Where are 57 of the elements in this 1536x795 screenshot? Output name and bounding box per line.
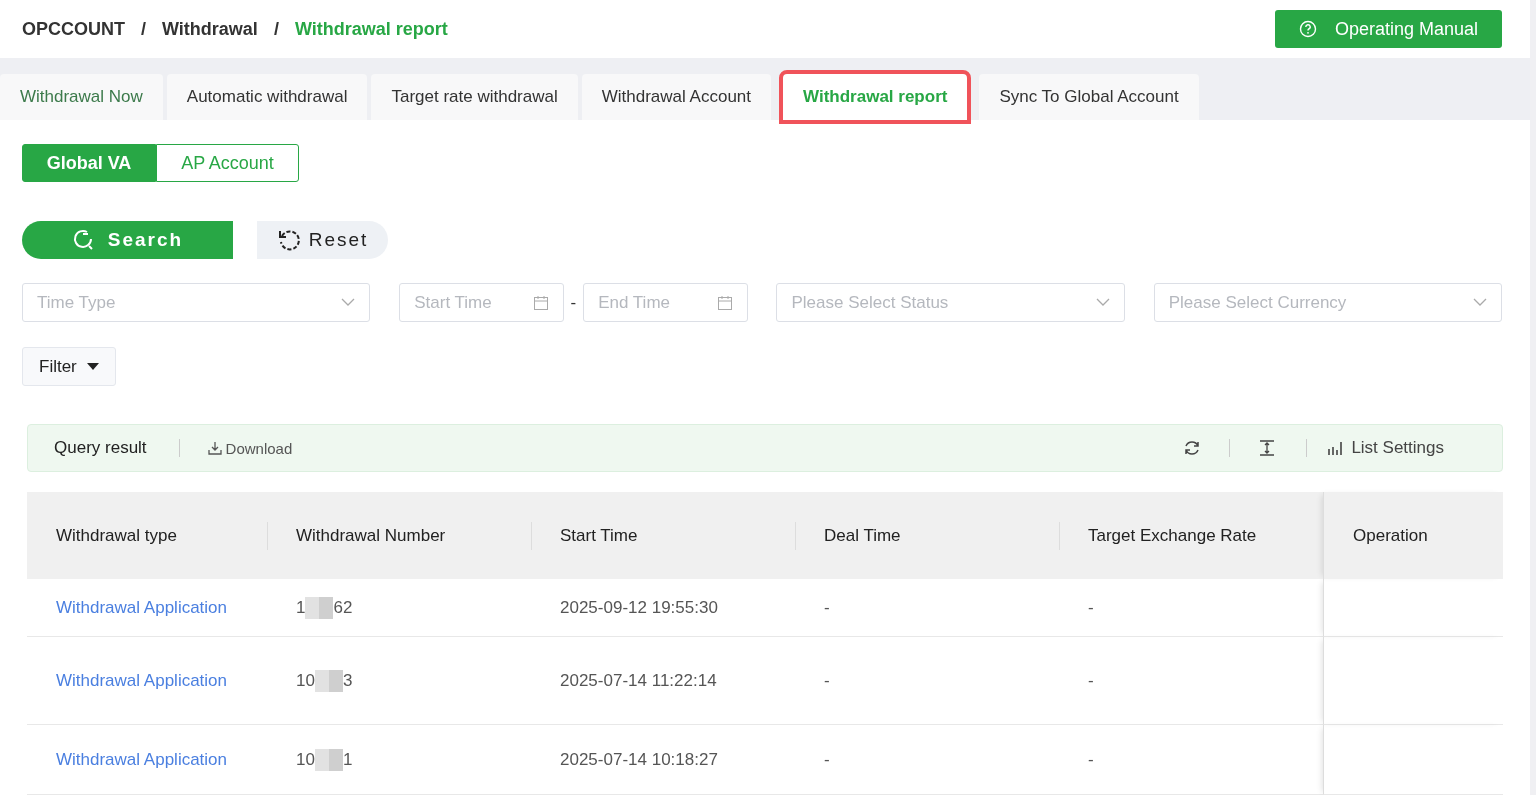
search-button[interactable]: Search [22, 221, 233, 259]
column-header: Deal Time [795, 492, 1059, 579]
redaction-mask [314, 748, 343, 771]
download-icon [207, 441, 222, 455]
calendar-icon [717, 294, 734, 311]
table-cell: 10 1 [296, 748, 353, 771]
table-cell: - [1088, 670, 1094, 691]
table-cell: - [1088, 749, 1094, 770]
table-cell: 10 3 [296, 669, 353, 692]
breadcrumb-item[interactable]: OPCCOUNT [22, 18, 125, 40]
tab[interactable]: Automatic withdrawal [166, 74, 368, 120]
tab[interactable]: Target rate withdrawal [371, 74, 578, 120]
table-cell: 2025-07-14 11:22:14 [560, 670, 717, 691]
caret-icon [86, 363, 99, 370]
refresh-icon[interactable] [1183, 439, 1202, 457]
breadcrumb-item: Withdrawal report [294, 18, 448, 40]
download-link[interactable]: Download [207, 439, 293, 457]
table-cell: 1 62 [296, 596, 353, 619]
table-cell: - [824, 749, 830, 770]
currency-select[interactable]: Please Select Currency [1153, 283, 1502, 322]
column-header: Withdrawal type [27, 492, 267, 579]
withdrawal-type-link[interactable]: Withdrawal Application [56, 749, 228, 770]
filter-button[interactable]: Filter [22, 347, 116, 386]
operating-manual-button[interactable]: Operating Manual [1274, 10, 1502, 48]
chevron-down-icon [1473, 298, 1487, 307]
breadcrumb-separator: / [273, 18, 279, 40]
table-cell: - [824, 670, 830, 691]
calendar-icon [532, 294, 549, 311]
table-cell: 2025-07-14 10:18:27 [560, 749, 718, 770]
column-header: Operation [1323, 492, 1503, 579]
table-cell: 2025-09-12 19:55:30 [560, 597, 718, 618]
segment-button[interactable]: AP Account [156, 144, 299, 182]
help-icon [1298, 20, 1317, 38]
column-header: Target Exchange Rate [1059, 492, 1323, 579]
result-title: Query result [54, 438, 147, 458]
column-header: Withdrawal Number [267, 492, 531, 579]
breadcrumb-item[interactable]: Withdrawal [162, 18, 258, 40]
withdrawal-type-link[interactable]: Withdrawal Application [56, 670, 228, 691]
chevron-down-icon [341, 298, 356, 307]
withdrawal-type-link[interactable]: Withdrawal Application [56, 597, 228, 618]
tab[interactable]: Sync To Global Account [979, 74, 1199, 120]
tab[interactable]: Withdrawal Now [0, 74, 163, 120]
segment-button[interactable]: Global VA [22, 144, 156, 182]
start-time-field[interactable]: Start Time [399, 283, 564, 322]
breadcrumb-separator: / [141, 18, 146, 40]
expand-icon[interactable] [1258, 439, 1277, 457]
chevron-down-icon [1095, 298, 1110, 307]
reset-button[interactable]: Reset [257, 221, 388, 259]
range-separator: - [570, 292, 577, 313]
table-cell: - [1088, 597, 1094, 618]
table-cell: - [824, 597, 830, 618]
reset-icon [276, 228, 301, 252]
column-header: Start Time [531, 492, 795, 579]
tab[interactable]: Withdrawal Account [581, 74, 772, 120]
redaction-mask [305, 596, 334, 619]
list-settings-button[interactable]: List Settings [1327, 438, 1444, 458]
redaction-mask [314, 669, 343, 692]
